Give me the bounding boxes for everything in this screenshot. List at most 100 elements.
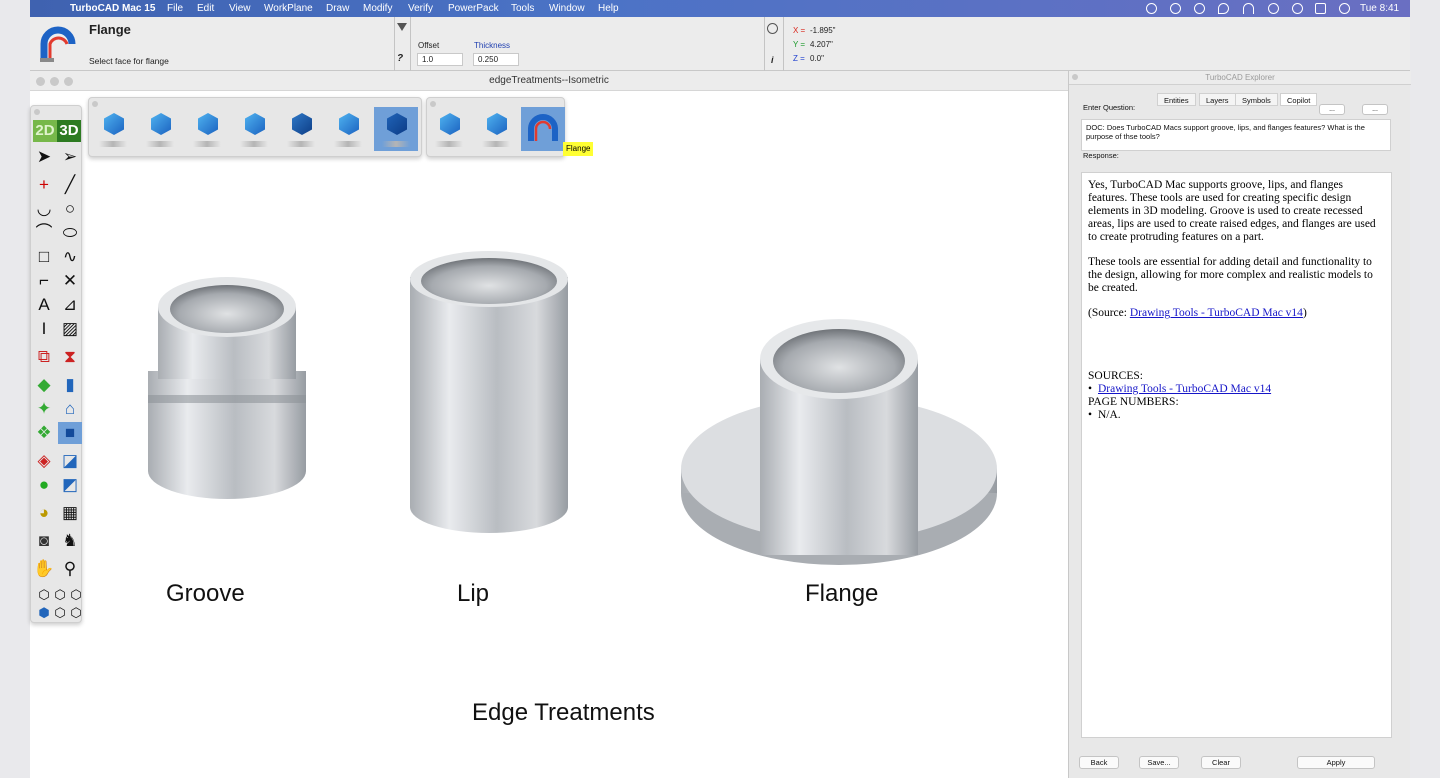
select-arrow-icon[interactable]: ➤: [32, 146, 56, 168]
groove-label: Groove: [166, 580, 245, 607]
face-tool-button[interactable]: [374, 107, 418, 151]
menu-window[interactable]: Window: [549, 3, 585, 14]
surface-icon[interactable]: ●: [32, 474, 56, 496]
tab-copilot[interactable]: Copilot: [1280, 93, 1318, 106]
rectangle-icon[interactable]: □: [32, 246, 56, 268]
timer-status-icon[interactable]: [1194, 3, 1205, 14]
flange-icon: [528, 114, 558, 141]
subselect-arrow-icon[interactable]: ➢: [58, 146, 82, 168]
palette-close-button[interactable]: [34, 109, 40, 115]
menu-view[interactable]: View: [229, 3, 251, 14]
wifi-icon[interactable]: [1243, 3, 1254, 14]
extrude-icon[interactable]: ✦: [32, 398, 56, 420]
menu-verify[interactable]: Verify: [408, 3, 433, 14]
minimize-window-button[interactable]: [50, 77, 59, 86]
line-icon[interactable]: ╱: [58, 174, 82, 196]
trim-icon[interactable]: ✕: [58, 270, 82, 292]
light-icon[interactable]: ◕: [32, 502, 56, 524]
explorer-close-button[interactable]: [1072, 74, 1078, 80]
flange-tool-button[interactable]: [521, 107, 565, 151]
hatch-icon[interactable]: ▨: [58, 318, 82, 340]
apply-button[interactable]: Apply: [1297, 756, 1375, 769]
menu-file[interactable]: File: [167, 3, 183, 14]
arc-icon[interactable]: ◡: [32, 198, 56, 220]
back-button[interactable]: Back: [1079, 756, 1119, 769]
slice-icon[interactable]: ◪: [58, 450, 82, 472]
tab-symbols[interactable]: Symbols: [1235, 93, 1278, 106]
dimension-icon[interactable]: ⊿: [58, 294, 82, 316]
document-window: edgeTreatments--Isometric 2D 3D ➤ ➢ + ╱ …: [30, 71, 1068, 778]
save-button[interactable]: Save...: [1139, 756, 1179, 769]
menu-clock[interactable]: Tue 8:41: [1360, 3, 1399, 14]
status-icon-1[interactable]: [1146, 3, 1157, 14]
source-select[interactable]: ...: [1362, 104, 1388, 115]
chamfer-tool-button[interactable]: [138, 107, 182, 151]
sources-link[interactable]: Drawing Tools - TurboCAD Mac v14: [1098, 383, 1271, 395]
menu-edit[interactable]: Edit: [197, 3, 214, 14]
toggle-3d-button[interactable]: 3D: [57, 120, 81, 142]
fillet-icon[interactable]: ⌐: [32, 270, 56, 292]
menu-workplane[interactable]: WorkPlane: [264, 3, 313, 14]
pyramid-icon[interactable]: ◆: [32, 374, 56, 396]
ellipse-icon[interactable]: ⬭: [58, 222, 82, 244]
thickness-field[interactable]: 0.250: [473, 53, 519, 66]
vertical-dimension-icon[interactable]: I: [32, 318, 56, 340]
menu-app-name[interactable]: TurboCAD Mac 15: [70, 3, 155, 14]
snap-target-icon[interactable]: [767, 23, 778, 34]
lip-tool-button[interactable]: [474, 107, 518, 151]
camera-icon[interactable]: ◙: [32, 530, 56, 552]
dropdown-triangle-icon[interactable]: [397, 23, 407, 31]
point-icon[interactable]: +: [32, 174, 56, 196]
control-center-icon[interactable]: [1315, 3, 1326, 14]
sheet-tool-button[interactable]: [326, 107, 370, 151]
toggle-2d-button[interactable]: 2D: [33, 120, 57, 142]
model-select[interactable]: ...: [1319, 104, 1345, 115]
material-icon[interactable]: ▦: [58, 502, 82, 524]
curve-icon[interactable]: ⌒: [32, 222, 56, 244]
spline-icon[interactable]: ∿: [58, 246, 82, 268]
cylinder-icon[interactable]: ▮: [58, 374, 82, 396]
blend-tool-button[interactable]: [91, 107, 135, 151]
shell-icon[interactable]: ⌂: [58, 398, 82, 420]
solid-modify-icon[interactable]: ◩: [58, 474, 82, 496]
help-icon[interactable]: ?: [397, 53, 403, 64]
pan-hand-icon[interactable]: ✋: [32, 558, 56, 580]
circle-icon[interactable]: ○: [58, 198, 82, 220]
zoom-window-button[interactable]: [64, 77, 73, 86]
menu-draw[interactable]: Draw: [326, 3, 349, 14]
zoom-icon[interactable]: ⚲: [58, 558, 82, 580]
boss-tool-button[interactable]: [232, 107, 276, 151]
menu-powerpack[interactable]: PowerPack: [448, 3, 499, 14]
page-numbers-heading: PAGE NUMBERS:: [1088, 396, 1179, 408]
menu-help[interactable]: Help: [598, 3, 619, 14]
menu-modify[interactable]: Modify: [363, 3, 392, 14]
menu-tools[interactable]: Tools: [511, 3, 534, 14]
revolve-icon[interactable]: ❖: [32, 422, 56, 444]
offset-field[interactable]: 1.0: [417, 53, 463, 66]
siri-icon[interactable]: [1339, 3, 1350, 14]
user-icon[interactable]: [1268, 3, 1279, 14]
clock-status-icon[interactable]: [1170, 3, 1181, 14]
tab-entities[interactable]: Entities: [1157, 93, 1196, 106]
tab-layers[interactable]: Layers: [1199, 93, 1236, 106]
text-icon[interactable]: A: [32, 294, 56, 316]
search-icon[interactable]: [1292, 3, 1303, 14]
y-coord-label: Y =: [793, 40, 806, 49]
source-link[interactable]: Drawing Tools - TurboCAD Mac v14: [1130, 307, 1303, 319]
pocket-tool-button[interactable]: [279, 107, 323, 151]
groove-tool-button[interactable]: [427, 107, 471, 151]
fillet-3d-tool-button[interactable]: [185, 107, 229, 151]
clear-button[interactable]: Clear: [1201, 756, 1241, 769]
info-icon[interactable]: i: [771, 55, 774, 65]
walkthrough-icon[interactable]: ♞: [58, 530, 82, 552]
edge-treatment-tool-icon[interactable]: ■: [58, 422, 82, 444]
boolean-icon[interactable]: ◈: [32, 450, 56, 472]
response-area[interactable]: Yes, TurboCAD Mac supports groove, lips,…: [1081, 172, 1392, 738]
question-input[interactable]: DOC: Does TurboCAD Macs support groove, …: [1081, 119, 1391, 151]
mirror-icon[interactable]: ⧗: [58, 346, 82, 368]
moon-icon[interactable]: [1218, 3, 1229, 14]
close-window-button[interactable]: [36, 77, 45, 86]
page-numbers-item: N/A.: [1088, 409, 1385, 422]
scale-icon[interactable]: ⧉: [32, 346, 56, 368]
view-cube-6-icon[interactable]: ⬡: [64, 602, 88, 624]
